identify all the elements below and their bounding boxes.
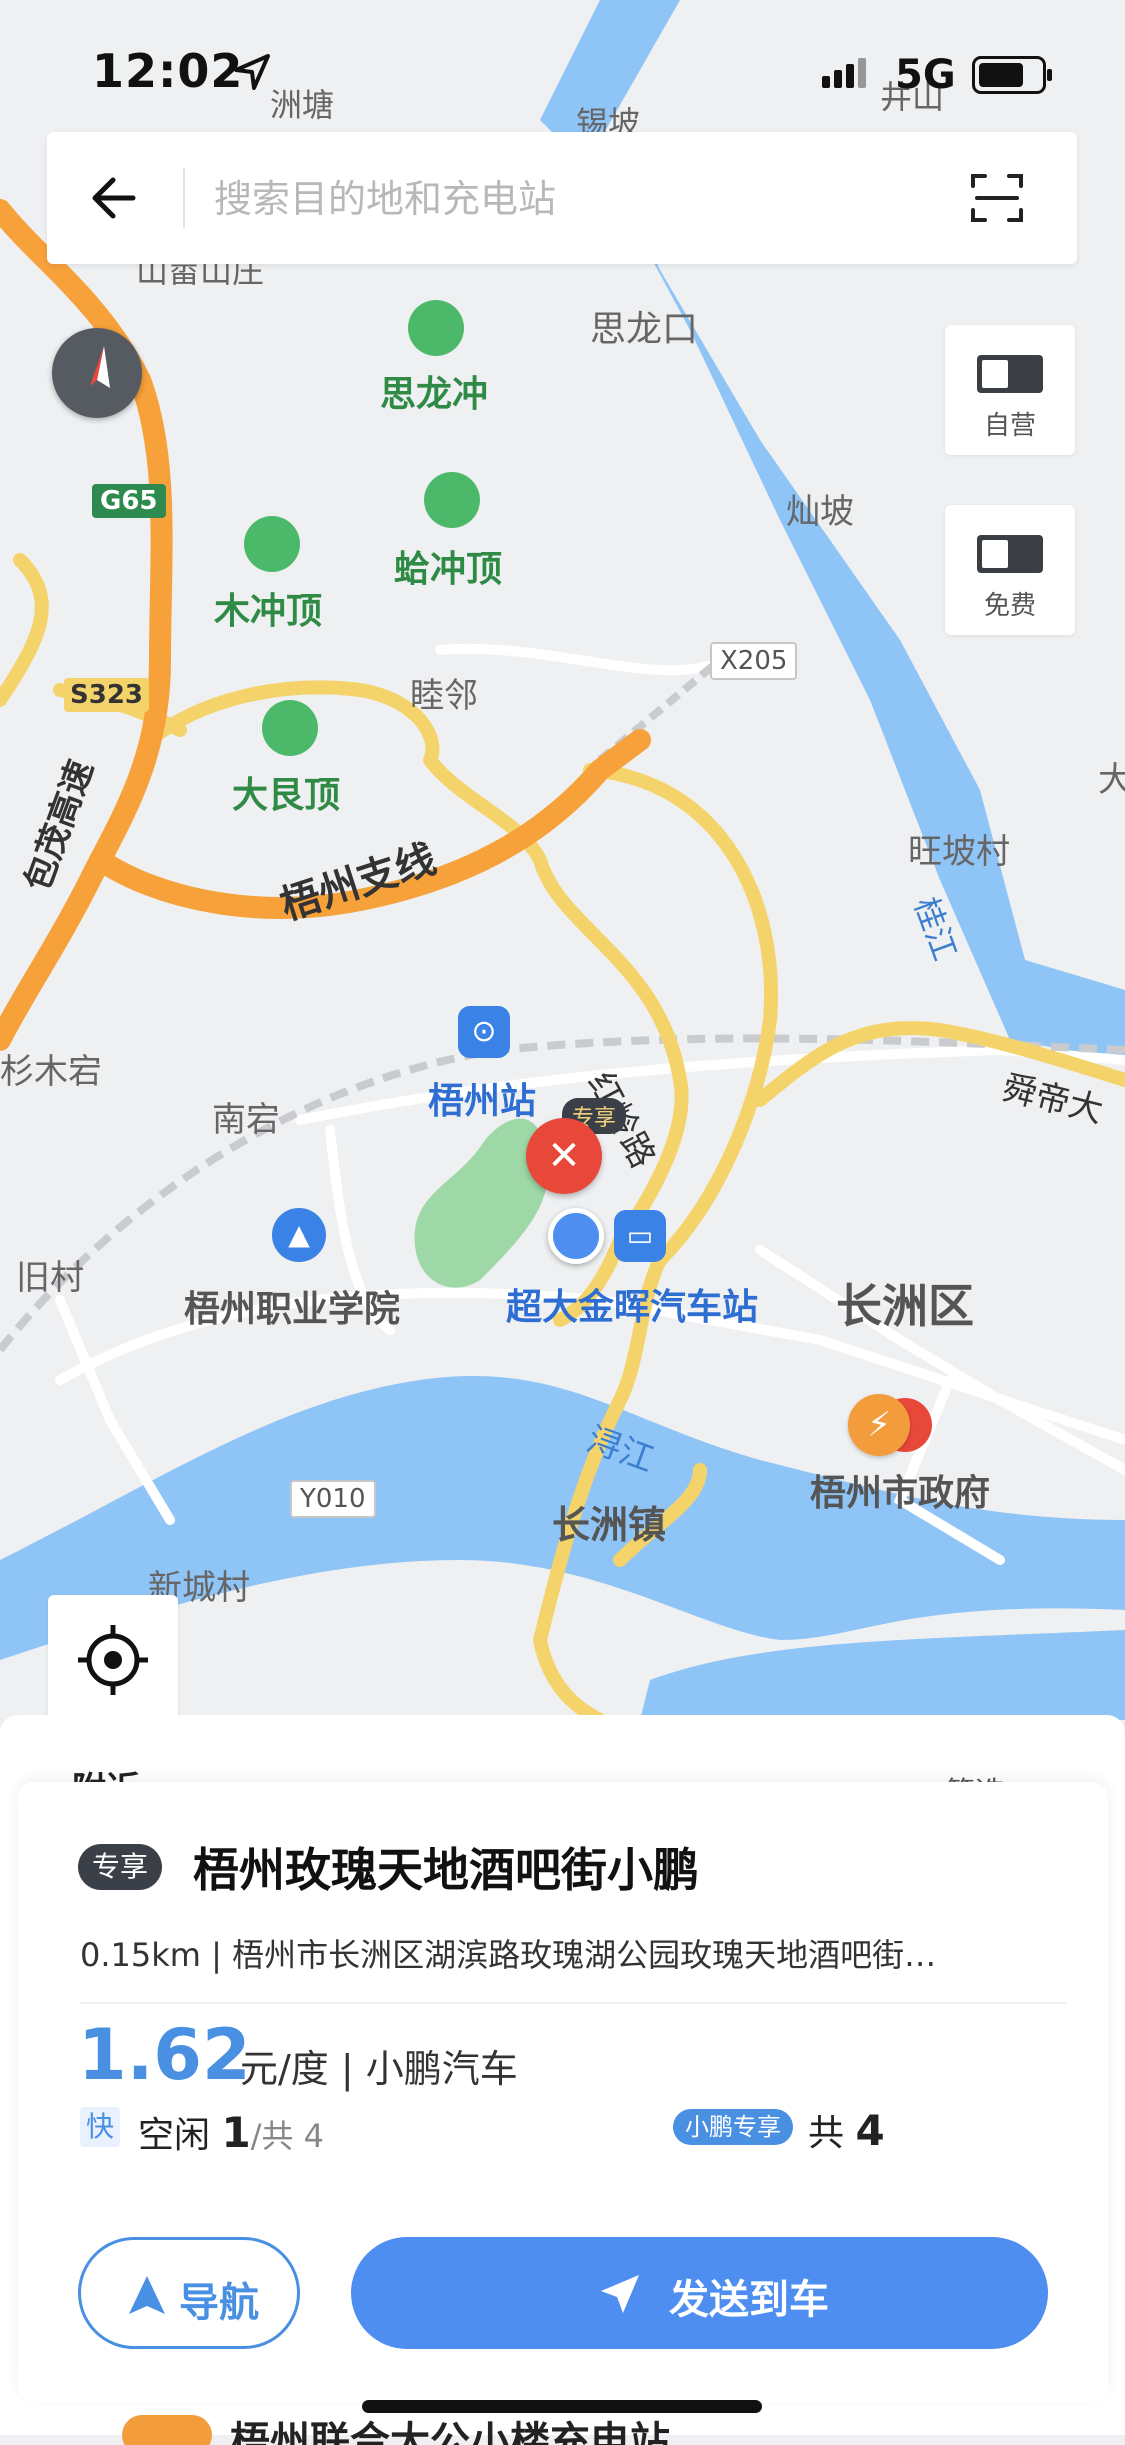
send-to-car-button[interactable]: 发送到车 [351, 2237, 1048, 2349]
map-label-shanmugong: 杉木宕 [0, 1052, 102, 1092]
locate-me-button[interactable] [48, 1595, 178, 1725]
exclusive-badge: 专享 [78, 1844, 163, 1890]
toggle-switch-icon [977, 355, 1043, 393]
station-address: 0.15km | 梧州市长洲区湖滨路玫瑰湖公园玫瑰天地酒吧街… [80, 1936, 937, 1974]
station-card[interactable]: 专享 梧州玫瑰天地酒吧街小鹏 0.15km | 梧州市长洲区湖滨路玫瑰湖公园玫瑰… [18, 1782, 1108, 2402]
free-label: 空闲 [138, 2115, 211, 2156]
navigate-button[interactable]: 导航 [78, 2237, 300, 2349]
road-shield-s323: S323 [64, 678, 149, 712]
station-price: 1.62 [78, 2014, 251, 2096]
self-operated-toggle[interactable]: 自营 [945, 325, 1075, 455]
bus-station-icon[interactable]: ▭ [614, 1210, 666, 1262]
map-label-muchongding: 木冲顶 [214, 591, 323, 632]
crosshair-icon [78, 1625, 148, 1695]
map-label-dalangding: 大艮顶 [232, 775, 341, 816]
toggle-switch-icon [977, 535, 1043, 573]
free-count: 1 [221, 2108, 251, 2157]
back-arrow-icon[interactable] [85, 168, 145, 228]
map-label-nangong: 南宕 [212, 1100, 280, 1140]
train-station-icon[interactable]: ⊙ [458, 1006, 510, 1058]
map-label-changzhou-town: 长洲镇 [552, 1503, 667, 1547]
current-location-icon [548, 1208, 604, 1264]
compass-icon[interactable] [52, 328, 142, 418]
self-operated-label: 自营 [983, 411, 1036, 441]
network-type: 5G [895, 52, 956, 98]
battery-icon [972, 56, 1052, 94]
xpeng-station-marker-icon[interactable]: ✕ [526, 1118, 602, 1194]
map-label-da: 大 [1098, 760, 1125, 800]
map-label-mulin: 睦邻 [410, 676, 478, 716]
school-icon[interactable]: ▲ [272, 1208, 326, 1262]
search-input[interactable] [212, 168, 936, 230]
scan-icon[interactable] [967, 168, 1027, 228]
map-label-silongkou: 思龙口 [590, 309, 699, 350]
fast-charge-badge: 快 [80, 2107, 120, 2147]
total-text: /共 4 [250, 2117, 325, 2155]
map-label-changzhou-district: 长洲区 [836, 1279, 974, 1333]
map-label-city-government[interactable]: 梧州市政府 [810, 1464, 990, 1516]
send-to-car-label: 发送到车 [669, 2277, 829, 2323]
xpeng-exclusive-badge: 小鹏专享 [673, 2109, 793, 2145]
map-label-bus-station[interactable]: 超大金晖汽车站 [506, 1278, 758, 1330]
navigate-label: 导航 [179, 2280, 259, 2326]
availability: 空闲 1/共 4 [138, 2106, 324, 2158]
home-indicator[interactable] [362, 2400, 762, 2413]
road-shield-x205: X205 [710, 642, 798, 680]
search-divider [183, 168, 185, 228]
map-label-canpo: 灿坡 [786, 492, 854, 532]
station-name: 梧州玫瑰天地酒吧街小鹏 [193, 1843, 699, 1897]
total-count: 4 [855, 2106, 885, 2155]
navigation-arrow-icon [129, 2276, 165, 2314]
next-station-badge [122, 2415, 212, 2445]
status-time: 12:02 [92, 44, 244, 98]
send-icon [601, 2275, 639, 2313]
status-bar: 12:02 5G [0, 0, 1125, 130]
location-arrow-icon [234, 54, 270, 90]
map-label-jiucun: 旧村 [16, 1258, 84, 1298]
card-divider [80, 2002, 1066, 2004]
road-shield-y010: Y010 [290, 1480, 376, 1518]
mountain-icon [424, 472, 480, 528]
map-label-silongchong: 思龙冲 [380, 374, 489, 415]
map-label-hachongding: 蛤冲顶 [394, 549, 503, 590]
mountain-icon [408, 300, 464, 356]
map-label-vocational-college[interactable]: 梧州职业学院 [184, 1280, 400, 1332]
exclusive-total: 共 4 [808, 2104, 885, 2156]
mountain-icon [244, 516, 300, 572]
map-label-wuzhou-station[interactable]: 梧州站 [428, 1072, 536, 1124]
free-toggle[interactable]: 免费 [945, 505, 1075, 635]
next-station-name: 梧州联合大公小楼充电站 [230, 2419, 670, 2445]
map-label-wangpocun: 旺坡村 [908, 832, 1010, 872]
cellular-signal-icon [822, 58, 870, 92]
highway-shield-g65: G65 [92, 484, 166, 518]
total-label: 共 [808, 2113, 845, 2154]
mountain-icon [262, 700, 318, 756]
price-unit: 元/度 | 小鹏汽车 [240, 2047, 518, 2091]
search-bar [47, 132, 1077, 264]
lightning-icon[interactable]: ⚡ [848, 1394, 910, 1456]
free-label: 免费 [983, 591, 1036, 621]
